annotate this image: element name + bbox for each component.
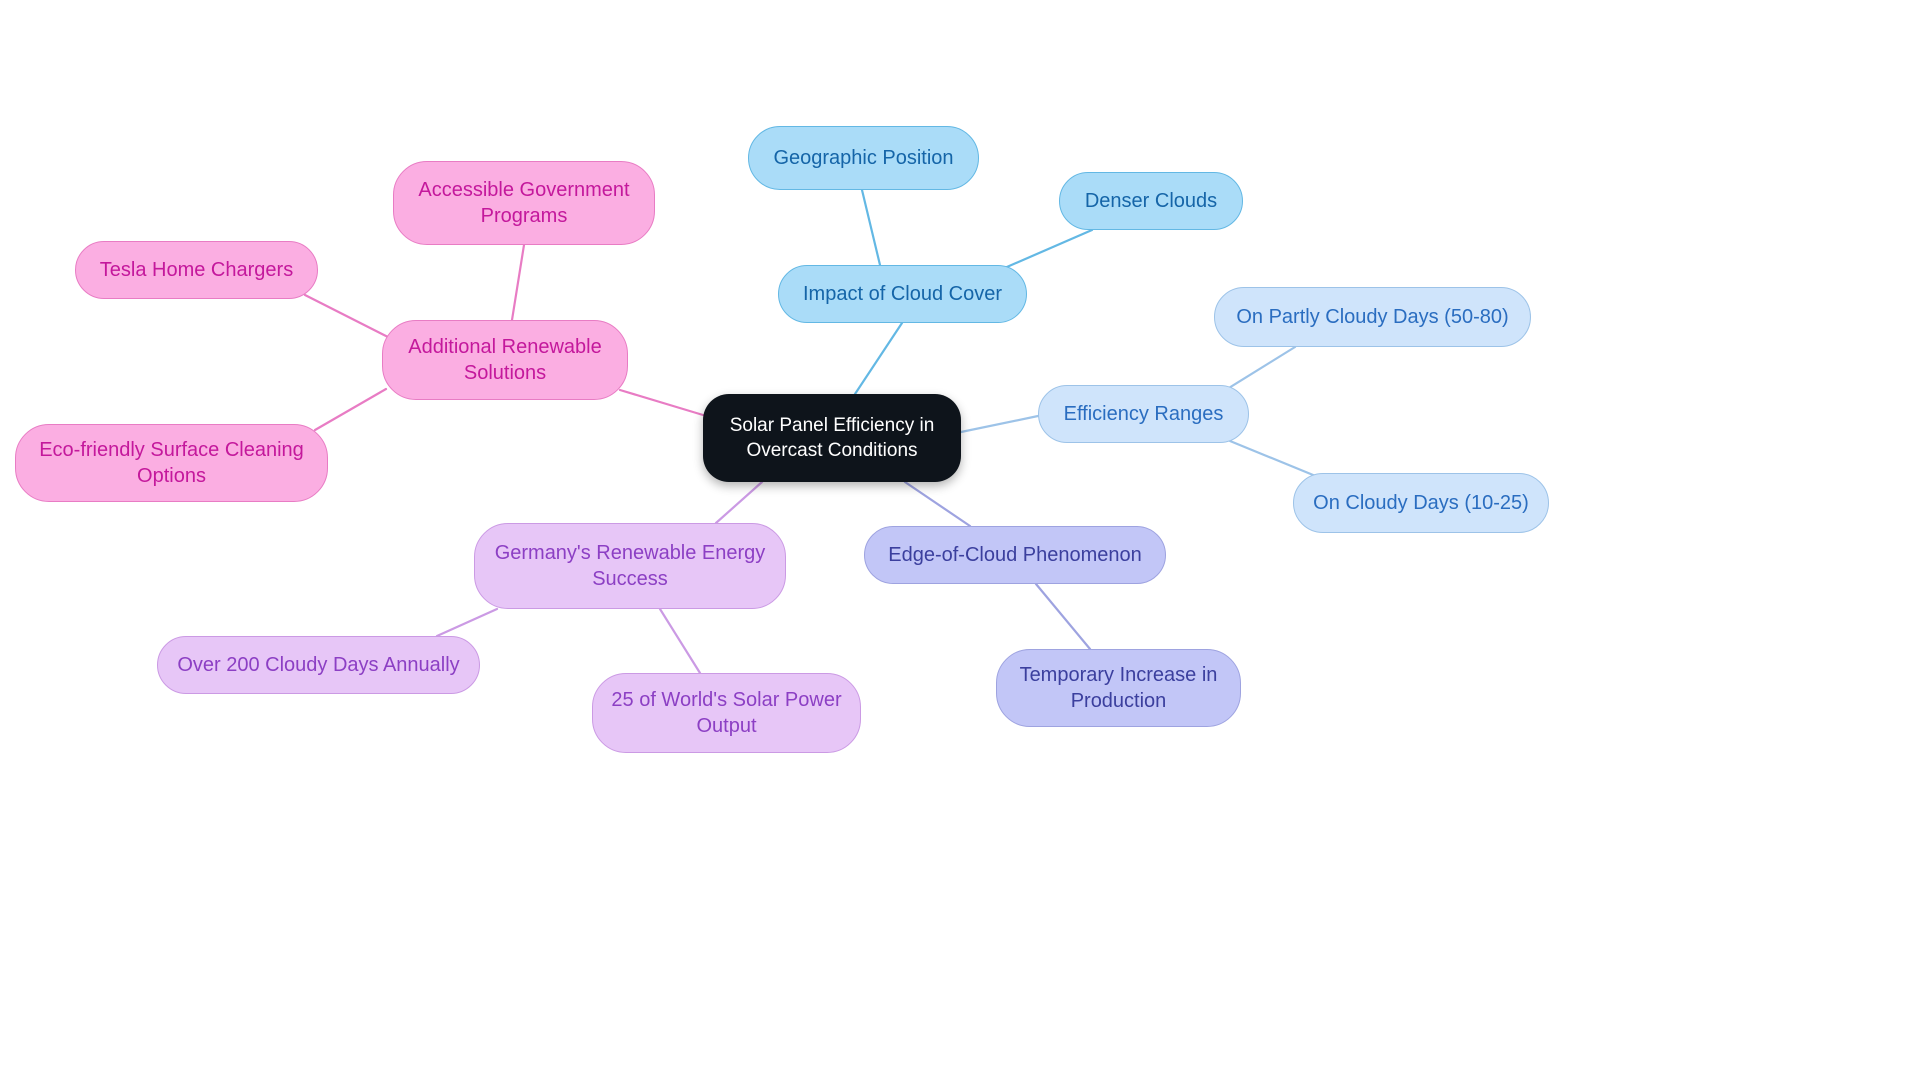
- mindmap-node-on-partly-cloudy-days[interactable]: On Partly Cloudy Days (50-80): [1214, 287, 1531, 347]
- edge-additional-to-eco-friendly: [313, 387, 388, 432]
- edge-germany-to-over-200: [435, 607, 499, 638]
- edge-root-to-germany: [714, 480, 764, 525]
- node-label: Temporary Increase in Production: [1019, 663, 1218, 712]
- edge-root-to-edge-of-cloud: [903, 480, 972, 528]
- mindmap-node-25-of-worlds-solar-power-output[interactable]: 25 of World's Solar Power Output: [592, 673, 861, 753]
- edge-additional-to-tesla: [303, 293, 390, 339]
- edge-additional-to-accessible-gov: [510, 243, 526, 322]
- node-label: Germany's Renewable Energy Success: [494, 541, 766, 590]
- edge-root-to-efficiency-ranges: [959, 414, 1040, 434]
- mindmap-node-root[interactable]: Solar Panel Efficiency in Overcast Condi…: [703, 394, 961, 482]
- edge-root-to-additional-renewable: [618, 388, 705, 417]
- edge-efficiency-to-partly-cloudy: [1222, 345, 1297, 393]
- mindmap-node-edge-of-cloud-phenomenon[interactable]: Edge-of-Cloud Phenomenon: [864, 526, 1166, 584]
- node-label: Solar Panel Efficiency in Overcast Condi…: [729, 414, 935, 461]
- node-label: Geographic Position: [773, 146, 954, 169]
- mindmap-node-denser-clouds[interactable]: Denser Clouds: [1059, 172, 1243, 230]
- node-label: On Cloudy Days (10-25): [1313, 491, 1529, 514]
- mindmap-node-geographic-position[interactable]: Geographic Position: [748, 126, 979, 190]
- mindmap-node-efficiency-ranges[interactable]: Efficiency Ranges: [1038, 385, 1249, 443]
- node-label: Tesla Home Chargers: [99, 258, 294, 281]
- mindmap-node-on-cloudy-days[interactable]: On Cloudy Days (10-25): [1293, 473, 1549, 533]
- mindmap-node-impact-of-cloud-cover[interactable]: Impact of Cloud Cover: [778, 265, 1027, 323]
- node-label: Impact of Cloud Cover: [803, 282, 1002, 305]
- node-label: Edge-of-Cloud Phenomenon: [888, 543, 1142, 566]
- node-label: Over 200 Cloudy Days Annually: [177, 653, 460, 676]
- edge-impact-to-denser-clouds: [998, 228, 1094, 272]
- mindmap-node-additional-renewable-solutions[interactable]: Additional Renewable Solutions: [382, 320, 628, 400]
- edge-impact-to-geographic: [860, 188, 882, 267]
- edge-germany-to-25-percent: [658, 607, 702, 675]
- edge-efficiency-to-cloudy: [1228, 439, 1320, 479]
- node-label: Eco-friendly Surface Cleaning Options: [39, 438, 304, 487]
- node-label: Denser Clouds: [1084, 189, 1218, 212]
- node-label: 25 of World's Solar Power Output: [611, 688, 842, 737]
- mindmap-node-accessible-government-programs[interactable]: Accessible Government Programs: [393, 161, 655, 245]
- node-label: Accessible Government Programs: [418, 178, 630, 227]
- edge-root-to-impact: [853, 321, 904, 396]
- mindmap-canvas: Solar Panel Efficiency in Overcast Condi…: [0, 0, 1920, 1083]
- mindmap-node-eco-friendly-surface-cleaning-options[interactable]: Eco-friendly Surface Cleaning Options: [15, 424, 328, 502]
- node-label: On Partly Cloudy Days (50-80): [1236, 305, 1509, 328]
- node-label: Efficiency Ranges: [1063, 402, 1224, 425]
- mindmap-node-over-200-cloudy-days-annually[interactable]: Over 200 Cloudy Days Annually: [157, 636, 480, 694]
- edge-edge-to-temporary-increase: [1034, 582, 1092, 651]
- node-label: Additional Renewable Solutions: [408, 335, 602, 384]
- mindmap-node-temporary-increase-in-production[interactable]: Temporary Increase in Production: [996, 649, 1241, 727]
- mindmap-node-germanys-renewable-energy-success[interactable]: Germany's Renewable Energy Success: [474, 523, 786, 609]
- mindmap-node-tesla-home-chargers[interactable]: Tesla Home Chargers: [75, 241, 318, 299]
